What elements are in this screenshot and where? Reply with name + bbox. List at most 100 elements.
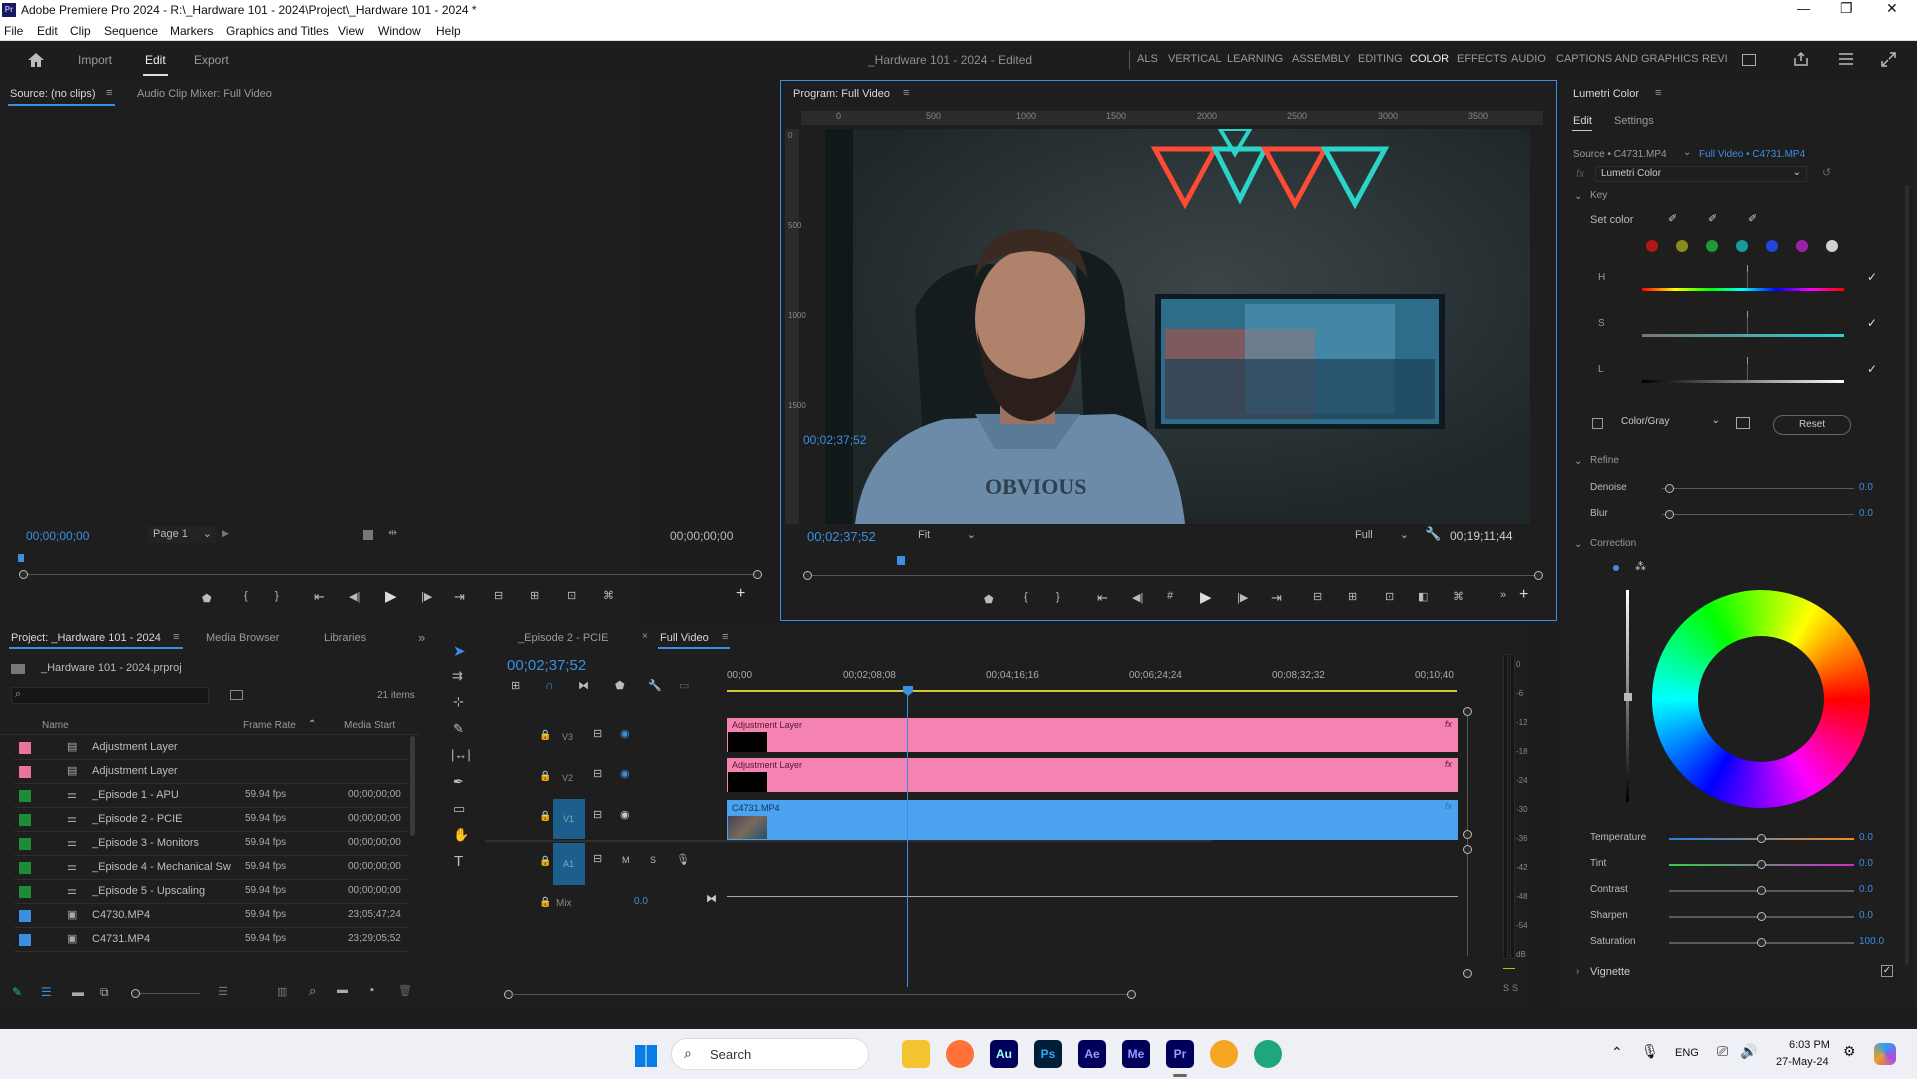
comparison-icon[interactable]: ◧ <box>1418 590 1428 603</box>
insert-sequence-icon[interactable]: ⊞ <box>511 679 520 692</box>
language-indicator[interactable]: ENG <box>1675 1047 1699 1059</box>
show-mask-checkbox[interactable] <box>1592 418 1603 429</box>
source-time-ruler[interactable] <box>20 556 760 566</box>
mark-out-icon[interactable]: } <box>1056 591 1060 603</box>
sync-lock-icon[interactable]: ⊟ <box>593 727 602 740</box>
selection-tool-icon[interactable]: ➤ <box>453 642 466 660</box>
step-forward-icon[interactable]: |▶ <box>421 590 432 603</box>
sync-lock-icon[interactable]: ⊟ <box>593 852 602 865</box>
play-icon[interactable]: ▶ <box>1200 588 1212 606</box>
chevron-down-icon[interactable]: ⌄ <box>1683 147 1691 158</box>
label-color-chip[interactable] <box>19 814 31 826</box>
solo-button[interactable]: S <box>650 855 656 865</box>
ws-assembly[interactable]: ASSEMBLY <box>1292 53 1351 65</box>
audition-icon[interactable]: Au <box>990 1040 1018 1068</box>
sync-lock-icon[interactable]: ⊟ <box>593 767 602 780</box>
vignette-label[interactable]: Vignette <box>1590 966 1630 978</box>
panel-menu-icon[interactable]: ≡ <box>173 631 179 643</box>
slip-tool-icon[interactable]: |↔| <box>451 747 471 762</box>
source-clip[interactable]: Source • C4731.MP4 <box>1573 149 1667 160</box>
vscroll-handle[interactable] <box>1463 845 1472 854</box>
mode-export[interactable]: Export <box>194 53 229 67</box>
refine-slider-handle[interactable] <box>1665 510 1674 519</box>
label-color-chip[interactable] <box>19 766 31 778</box>
saturation-checkbox[interactable]: ✓ <box>1867 316 1877 330</box>
vscroll-handle[interactable] <box>1463 830 1472 839</box>
mask-mode-select[interactable]: Color/Gray ⌄ <box>1616 415 1724 431</box>
tab-project[interactable]: Project: _Hardware 101 - 2024 <box>11 632 161 644</box>
panel-menu-icon[interactable]: ≡ <box>722 631 728 643</box>
vr-icon[interactable]: ⌘ <box>1453 590 1464 603</box>
tab-media-browser[interactable]: Media Browser <box>206 632 279 644</box>
tab-libraries[interactable]: Libraries <box>324 632 366 644</box>
lumetri-scrollbar[interactable] <box>1905 185 1909 965</box>
lumetri-title[interactable]: Lumetri Color <box>1573 88 1639 100</box>
effect-select[interactable]: Lumetri Color ⌄ <box>1595 166 1807 182</box>
panel-menu-icon[interactable]: ≡ <box>1655 87 1661 99</box>
new-bin-search-icon[interactable] <box>230 690 243 700</box>
program-title[interactable]: Program: Full Video <box>793 88 890 100</box>
meter-solo-right[interactable]: S <box>1512 983 1518 993</box>
find-icon[interactable]: ⌕ <box>309 983 316 999</box>
close-tab-icon[interactable]: × <box>642 631 648 642</box>
hue-checkbox[interactable]: ✓ <box>1867 270 1877 284</box>
snap-icon[interactable]: ∩ <box>545 678 554 692</box>
go-to-in-icon[interactable]: ⇤ <box>314 589 325 605</box>
tab-edit[interactable]: Edit <box>1573 115 1592 127</box>
hue-range[interactable] <box>1642 288 1844 291</box>
add-marker-icon[interactable]: ⬟ <box>615 679 625 692</box>
zoom-right-handle[interactable] <box>1534 571 1543 580</box>
luminance-range[interactable] <box>1642 380 1844 383</box>
correction-slider-handle[interactable] <box>1757 860 1766 869</box>
trim-icon[interactable]: # <box>1167 590 1173 602</box>
meter-solo-left[interactable]: S <box>1503 983 1509 993</box>
chevron-down-icon[interactable]: ⌄ <box>1574 539 1582 550</box>
safe-margins-icon[interactable] <box>363 530 373 540</box>
lock-icon[interactable]: 🔒 <box>539 897 551 908</box>
correction-value[interactable]: 0.0 <box>1859 832 1873 843</box>
taskbar-search[interactable]: ⌕ Search <box>671 1038 869 1070</box>
insert-icon[interactable]: ⊟ <box>494 589 503 602</box>
project-row[interactable]: ⚌ _Episode 5 - Upscaling 59.94 fps 00;00;00… <box>0 880 410 904</box>
play-icon[interactable]: ▶ <box>385 587 397 605</box>
list-view-icon[interactable]: ☰ <box>41 985 52 999</box>
color-wheel[interactable] <box>1652 590 1870 808</box>
program-zoom-bar[interactable] <box>810 575 1540 576</box>
tray-chevron-icon[interactable]: ⌃ <box>1611 1044 1623 1061</box>
project-row[interactable]: ⚌ _Episode 3 - Monitors 59.94 fps 00;00;00;… <box>0 832 410 856</box>
panel-menu-icon[interactable] <box>1838 52 1854 66</box>
menu-clip[interactable]: Clip <box>70 24 91 38</box>
mark-out-icon[interactable]: } <box>275 590 279 602</box>
color-swatch[interactable] <box>1706 240 1718 252</box>
color-swatch[interactable] <box>1826 240 1838 252</box>
ripple-edit-tool-icon[interactable]: ⊹ <box>453 694 464 710</box>
vscroll-handle[interactable] <box>1463 707 1472 716</box>
label-color-chip[interactable] <box>19 790 31 802</box>
correction-value[interactable]: 0.0 <box>1859 858 1873 869</box>
pen-tool-icon[interactable]: ✒ <box>453 774 464 790</box>
label-color-chip[interactable] <box>19 910 31 922</box>
camera-icon[interactable]: ⊡ <box>567 589 576 602</box>
tab-full-video[interactable]: Full Video <box>660 632 709 644</box>
linked-selection-icon[interactable]: ⧓ <box>578 679 589 692</box>
step-back-icon[interactable]: ◀| <box>349 590 360 603</box>
overflow-icon[interactable]: » <box>418 630 425 645</box>
mark-in-icon[interactable]: { <box>244 590 248 602</box>
correction-slider-handle[interactable] <box>1757 912 1766 921</box>
refine-slider-handle[interactable] <box>1665 484 1674 493</box>
freeform-view-icon[interactable]: ⧉ <box>100 985 109 1000</box>
drag-handle-icon[interactable]: ⇹ <box>388 526 397 539</box>
color-swatch[interactable] <box>1646 240 1658 252</box>
mix-value[interactable]: 0.0 <box>634 896 648 907</box>
label-color-chip[interactable] <box>19 862 31 874</box>
hand-tool-icon[interactable]: ✋ <box>453 827 469 843</box>
refine-slider-track[interactable] <box>1662 488 1854 489</box>
volume-icon[interactable]: 🔊 <box>1740 1043 1757 1060</box>
add-marker-icon[interactable]: ⬟ <box>984 593 994 606</box>
program-playhead[interactable] <box>896 556 905 565</box>
pencil-icon[interactable]: ✎ <box>12 985 22 999</box>
clip-adjustment-v3[interactable]: Adjustment Layer fx <box>727 718 1458 752</box>
refine-value[interactable]: 0.0 <box>1859 508 1873 519</box>
chevron-right-icon[interactable]: › <box>1576 966 1579 977</box>
track-select-tool-icon[interactable]: ⇉ <box>452 668 463 684</box>
